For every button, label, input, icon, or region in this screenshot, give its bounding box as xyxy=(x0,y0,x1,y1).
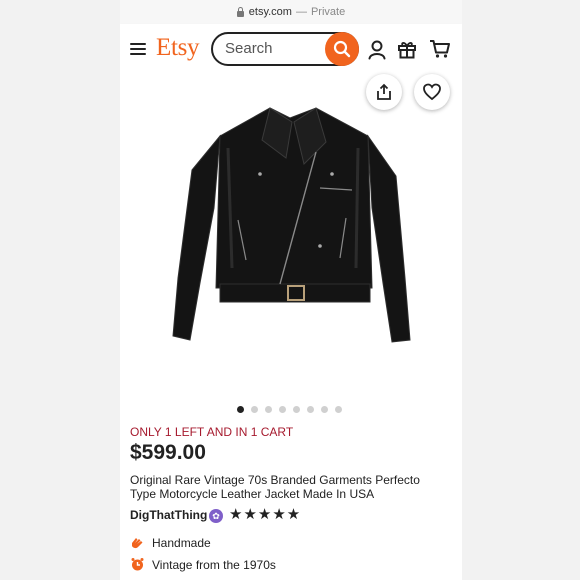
cart-icon[interactable] xyxy=(429,39,451,59)
share-button[interactable] xyxy=(366,74,402,110)
rating-stars[interactable]: ★★★★★ xyxy=(229,505,301,523)
feature-vintage: Vintage from the 1970s xyxy=(130,557,276,572)
clock-icon xyxy=(131,558,144,571)
leather-jacket-image xyxy=(172,107,411,343)
browser-url-bar[interactable]: etsy.com — Private xyxy=(120,0,462,24)
product-title: Original Rare Vintage 70s Branded Garmen… xyxy=(130,473,420,501)
url-separator: — xyxy=(295,6,307,18)
private-label: Private xyxy=(310,6,346,18)
etsy-logo[interactable]: Etsy xyxy=(156,34,200,62)
lock-icon xyxy=(236,7,244,17)
star-seller-badge-icon: ✿ xyxy=(209,509,223,523)
site-header: Etsy xyxy=(120,24,462,79)
pagination-dot[interactable] xyxy=(293,406,300,413)
favorite-button[interactable] xyxy=(414,74,450,110)
product-price: $599.00 xyxy=(130,441,206,464)
feature-label: Handmade xyxy=(152,535,211,550)
pagination-dot[interactable] xyxy=(321,406,328,413)
pagination-dot[interactable] xyxy=(237,406,244,413)
phone-screen: etsy.com — Private Etsy Search ONLY 1 LE… xyxy=(120,0,462,580)
feature-label: Vintage from the 1970s xyxy=(152,557,276,572)
account-icon[interactable] xyxy=(368,40,386,60)
search-icon xyxy=(333,40,351,58)
product-image[interactable] xyxy=(120,74,462,400)
search-input[interactable] xyxy=(223,39,323,58)
heart-icon xyxy=(423,83,441,101)
gift-icon[interactable] xyxy=(397,39,417,59)
pagination-dot[interactable] xyxy=(335,406,342,413)
stock-message: ONLY 1 LEFT AND IN 1 CART xyxy=(130,425,294,439)
image-pagination xyxy=(237,406,349,413)
menu-icon[interactable] xyxy=(130,43,146,55)
pagination-dot[interactable] xyxy=(279,406,286,413)
url-text: etsy.com xyxy=(248,6,292,18)
pagination-dot[interactable] xyxy=(265,406,272,413)
share-icon xyxy=(377,83,391,100)
shop-name-link[interactable]: DigThatThing xyxy=(130,508,207,522)
pagination-dot[interactable] xyxy=(251,406,258,413)
search-bar xyxy=(211,32,359,66)
search-button[interactable] xyxy=(325,32,359,66)
pagination-dot[interactable] xyxy=(307,406,314,413)
hand-icon xyxy=(132,538,143,549)
feature-handmade: Handmade xyxy=(130,535,211,550)
